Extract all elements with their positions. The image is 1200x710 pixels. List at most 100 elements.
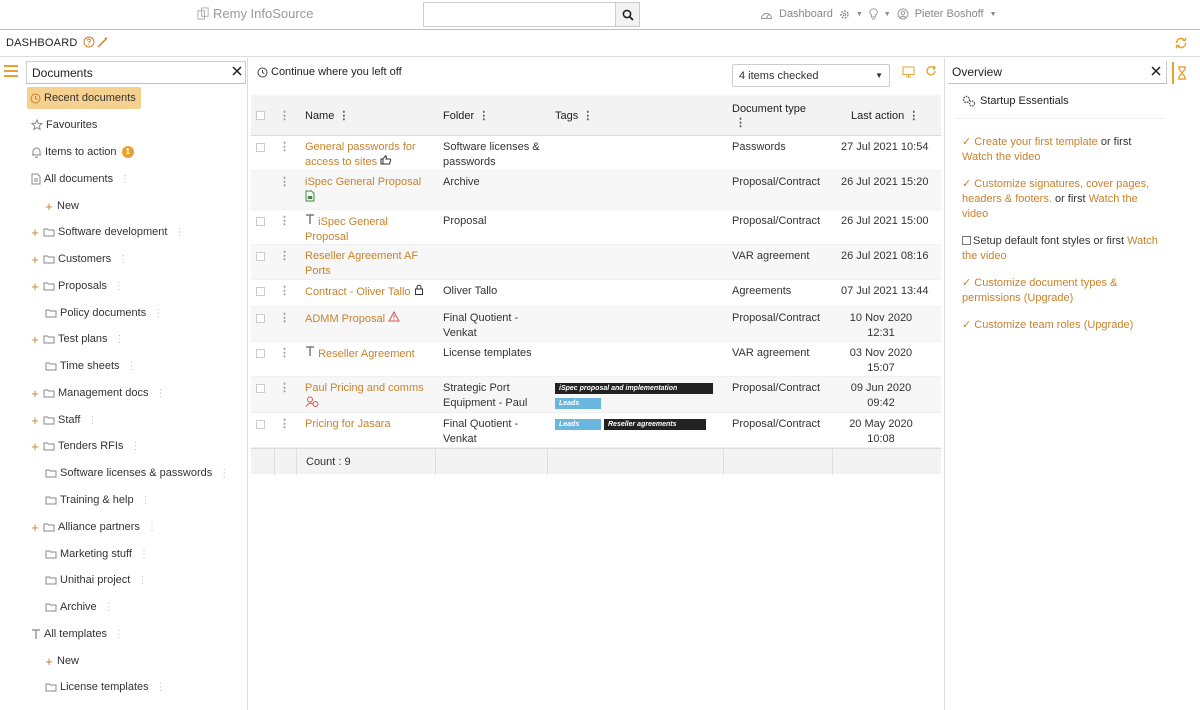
expand-plus-icon[interactable]: + (30, 413, 40, 428)
table-row[interactable]: ⋮ General passwords for access to sites … (251, 136, 941, 171)
watch-video-link[interactable]: Watch the video (962, 151, 1040, 163)
sidebar-item-recent-documents[interactable]: Recent documents (27, 87, 141, 109)
more-icon[interactable]: ⋮ (156, 388, 166, 399)
header-more-icon[interactable]: ⋮ (279, 109, 290, 122)
document-name-link[interactable]: Reseller Agreement (305, 346, 415, 362)
tag-chip[interactable]: Leads (555, 398, 601, 409)
more-icon[interactable]: ⋮ (114, 281, 124, 292)
column-header-folder[interactable]: Folder ⋮ (443, 95, 489, 136)
table-row[interactable]: ⋮ ADMM Proposal Final Quotient - Venkat … (251, 307, 941, 342)
row-checkbox[interactable] (256, 349, 265, 358)
more-icon[interactable]: ⋮ (137, 575, 147, 586)
monitor-icon[interactable] (902, 66, 915, 81)
more-icon[interactable]: ⋮ (127, 361, 137, 372)
sidebar-item-policy-documents[interactable]: Policy documents ⋮ (45, 303, 163, 323)
sidebar-item-favourites[interactable]: Favourites (31, 115, 97, 135)
reload-icon[interactable] (925, 65, 937, 80)
more-icon[interactable]: ⋮ (114, 629, 124, 640)
search-button[interactable] (615, 3, 639, 26)
row-more-icon[interactable]: ⋮ (279, 140, 290, 153)
column-menu-icon[interactable]: ⋮ (338, 109, 349, 122)
more-icon[interactable]: ⋮ (120, 174, 130, 185)
row-more-icon[interactable]: ⋮ (279, 311, 290, 324)
row-more-icon[interactable]: ⋮ (279, 381, 290, 394)
more-icon[interactable]: ⋮ (147, 522, 157, 533)
row-more-icon[interactable]: ⋮ (279, 249, 290, 262)
row-checkbox[interactable] (256, 287, 265, 296)
sidebar-item-license-templates[interactable]: License templates ⋮ (45, 677, 166, 697)
customize-team-roles-link[interactable]: Customize team roles (Upgrade) (974, 319, 1133, 331)
expand-plus-icon[interactable]: + (30, 252, 40, 267)
refresh-icon[interactable] (1174, 36, 1188, 53)
sidebar-item-new-template[interactable]: + New (44, 651, 79, 671)
row-checkbox[interactable] (256, 314, 265, 323)
sidebar-item-items-to-action[interactable]: Items to action 1 (31, 142, 134, 162)
sidebar-item-archive[interactable]: Archive ⋮ (45, 597, 114, 617)
sidebar-item-tenders-rfis[interactable]: + Tenders RFIs ⋮ (30, 436, 140, 456)
sidebar-item-software-licenses[interactable]: Software licenses & passwords ⋮ (45, 463, 229, 483)
row-checkbox[interactable] (256, 384, 265, 393)
document-name-link[interactable]: Contract - Oliver Tallo (305, 284, 424, 300)
user-menu[interactable]: Pieter Boshoff (915, 8, 984, 20)
more-icon[interactable]: ⋮ (139, 549, 149, 560)
column-header-last-action[interactable]: Last action ⋮ (851, 95, 919, 136)
sidebar-item-alliance-partners[interactable]: + Alliance partners ⋮ (30, 517, 157, 537)
table-row[interactable]: ⋮ Paul Pricing and comms Strategic Port … (251, 377, 941, 413)
sidebar-item-customers[interactable]: + Customers ⋮ (30, 249, 128, 269)
search-input[interactable] (424, 3, 615, 26)
close-icon[interactable] (232, 66, 242, 79)
hourglass-icon[interactable] (1172, 62, 1190, 84)
document-name-link[interactable]: iSpec General Proposal (305, 214, 430, 245)
hamburger-icon[interactable] (4, 65, 18, 80)
brand-logo[interactable]: Remy InfoSource (197, 6, 313, 21)
document-name-link[interactable]: Reseller Agreement AF Ports (305, 249, 430, 279)
document-name-link[interactable]: iSpec General Proposal (305, 175, 430, 207)
sidebar-item-training-help[interactable]: Training & help ⋮ (45, 490, 151, 510)
sidebar-item-software-development[interactable]: + Software development ⋮ (30, 222, 184, 242)
document-name-link[interactable]: Paul Pricing and comms (305, 381, 424, 412)
sidebar-item-marketing-stuff[interactable]: Marketing stuff ⋮ (45, 544, 149, 564)
document-name-link[interactable]: General passwords for access to sites (305, 140, 430, 170)
customize-doctypes-link[interactable]: Customize document types & permissions (… (962, 277, 1117, 304)
magic-wand-icon[interactable] (97, 36, 109, 51)
checkbox[interactable] (962, 236, 971, 245)
sidebar-item-all-templates[interactable]: All templates ⋮ (31, 624, 124, 644)
more-icon[interactable]: ⋮ (156, 682, 166, 693)
sidebar-item-proposals[interactable]: + Proposals ⋮ (30, 276, 124, 296)
user-dropdown-caret[interactable]: ▼ (990, 11, 997, 18)
settings-dropdown-caret[interactable]: ▼ (856, 11, 863, 18)
expand-plus-icon[interactable]: + (30, 386, 40, 401)
gear-icon[interactable] (839, 9, 850, 20)
column-header-name[interactable]: Name ⋮ (305, 95, 349, 136)
table-row[interactable]: ⋮ iSpec General Proposal Proposal Propos… (251, 210, 941, 245)
sidebar-item-time-sheets[interactable]: Time sheets ⋮ (45, 356, 137, 376)
column-header-tags[interactable]: Tags ⋮ (555, 95, 593, 136)
expand-plus-icon[interactable]: + (30, 520, 40, 535)
tag-chip[interactable]: Leads (555, 419, 601, 430)
row-more-icon[interactable]: ⋮ (279, 346, 290, 359)
row-checkbox[interactable] (256, 143, 265, 152)
more-icon[interactable]: ⋮ (219, 468, 229, 479)
row-checkbox[interactable] (256, 420, 265, 429)
sidebar-item-management-docs[interactable]: + Management docs ⋮ (30, 383, 166, 403)
more-icon[interactable]: ⋮ (141, 495, 151, 506)
row-more-icon[interactable]: ⋮ (279, 214, 290, 227)
more-icon[interactable]: ⋮ (174, 227, 184, 238)
table-row[interactable]: ⋮ iSpec General Proposal Archive Proposa… (251, 171, 941, 210)
more-icon[interactable]: ⋮ (115, 334, 125, 345)
row-more-icon[interactable]: ⋮ (279, 284, 290, 297)
expand-plus-icon[interactable]: + (30, 279, 40, 294)
more-icon[interactable]: ⋮ (130, 441, 140, 452)
table-row[interactable]: ⋮ Pricing for Jasara Final Quotient - Ve… (251, 413, 941, 448)
lightbulb-icon[interactable] (869, 8, 878, 20)
more-icon[interactable]: ⋮ (118, 254, 128, 265)
column-menu-icon[interactable]: ⋮ (908, 109, 919, 122)
column-menu-icon[interactable]: ⋮ (582, 109, 593, 122)
expand-plus-icon[interactable]: + (30, 439, 40, 454)
sidebar-item-test-plans[interactable]: + Test plans ⋮ (30, 329, 125, 349)
table-row[interactable]: ⋮ Reseller Agreement License templates V… (251, 342, 941, 377)
dashboard-link[interactable]: Dashboard (779, 8, 833, 20)
more-icon[interactable]: ⋮ (87, 415, 97, 426)
font-styles-label[interactable]: Setup default font styles (973, 235, 1090, 247)
column-header-document-type[interactable]: Document type ⋮ (732, 95, 806, 136)
